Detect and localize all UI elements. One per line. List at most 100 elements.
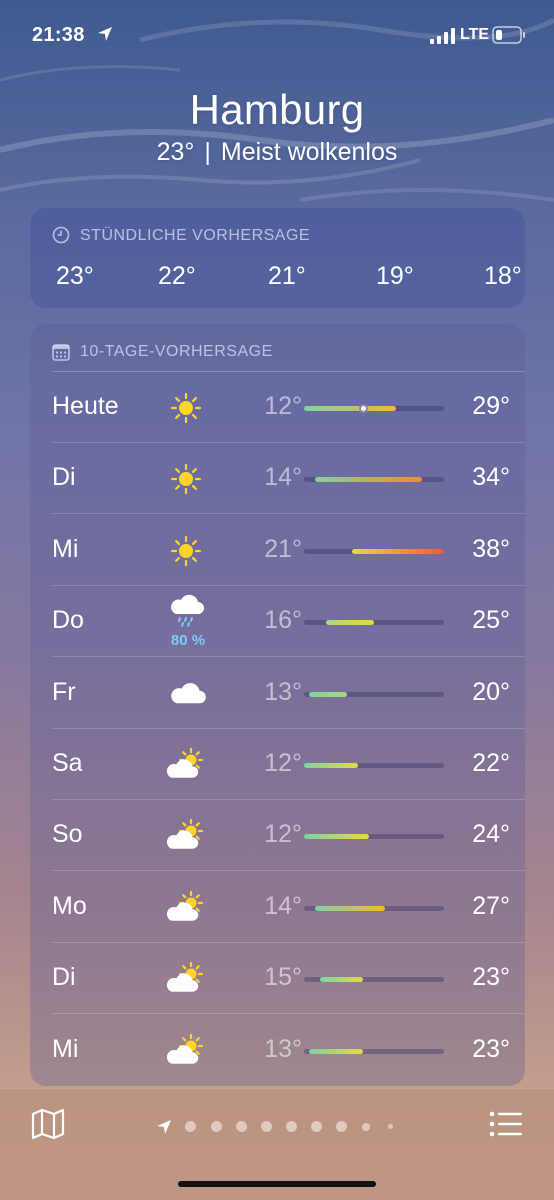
home-indicator[interactable]: [178, 1181, 376, 1187]
calendar-icon: [52, 344, 70, 361]
list-icon[interactable]: [488, 1107, 524, 1141]
ten-day-title: 10-TAGE-VORHERSAGE: [80, 343, 273, 360]
temp-range-fill: [304, 406, 396, 411]
page-dot[interactable]: [211, 1121, 222, 1132]
sun-icon: [170, 464, 202, 495]
day-row[interactable]: Mi 13° 23°: [30, 1015, 525, 1086]
temp-range-fill: [304, 834, 369, 840]
temp-range-fill: [314, 905, 385, 911]
page-dot[interactable]: [185, 1121, 196, 1132]
temp-range-fill: [352, 548, 444, 554]
page-dot[interactable]: [286, 1121, 297, 1132]
map-icon[interactable]: [30, 1107, 66, 1141]
ten-day-forecast-panel[interactable]: 10-TAGE-VORHERSAGE Heute 12° 29° Di 14° 34° Mi…: [30, 324, 525, 1086]
page-indicator[interactable]: [150, 1115, 410, 1135]
hourly-temp: 23°: [56, 262, 94, 290]
hourly-temps[interactable]: 23° 22° 21° 19° 18°: [30, 262, 525, 302]
temp-range-fill: [325, 620, 374, 626]
hourly-temp: 22°: [158, 262, 196, 290]
hourly-title: STÜNDLICHE VORHERSAGE: [80, 227, 311, 244]
partly-cloudy-icon: [166, 747, 204, 778]
high-temp: 23°: [472, 1034, 510, 1063]
network-type: LTE: [460, 26, 490, 43]
temp-range-bar: [304, 404, 444, 413]
low-temp: 14°: [264, 463, 302, 492]
temp-range-bar: [304, 977, 444, 983]
signal-icon: [430, 28, 455, 44]
day-row[interactable]: Mi 21° 38°: [30, 515, 525, 586]
day-row[interactable]: Di 14° 34°: [30, 443, 525, 515]
day-row[interactable]: Mo 14° 27°: [30, 872, 525, 943]
low-temp: 12°: [264, 749, 302, 777]
cloud-icon: [171, 682, 206, 703]
page-dot[interactable]: [362, 1123, 370, 1131]
high-temp: 38°: [472, 534, 510, 563]
sun-icon: [170, 535, 202, 566]
day-name: So: [52, 820, 83, 849]
day-name: Mi: [52, 1034, 79, 1063]
hourly-temp: 19°: [376, 262, 414, 290]
partly-cloudy-icon: [166, 890, 204, 921]
low-temp: 12°: [264, 392, 302, 420]
page-dot[interactable]: [336, 1121, 347, 1132]
low-temp: 16°: [264, 606, 302, 635]
temp-range-bar: [304, 477, 444, 483]
page-dot[interactable]: [311, 1121, 322, 1132]
day-name: Di: [52, 463, 76, 492]
day-row[interactable]: Heute 12° 29°: [30, 372, 525, 443]
current-temp: 23°: [156, 138, 195, 166]
day-row[interactable]: Di 15° 23°: [30, 943, 525, 1015]
temp-range-bar: [304, 905, 444, 911]
high-temp: 20°: [472, 677, 510, 706]
day-name: Fr: [52, 677, 76, 706]
temp-range-bar: [304, 620, 444, 626]
day-name: Di: [52, 963, 76, 992]
current-condition: Meist wolkenlos: [220, 138, 398, 166]
location-header: Hamburg 23° | Meist wolkenlos: [0, 86, 554, 167]
day-name: Do: [52, 606, 84, 635]
page-dot[interactable]: [236, 1121, 247, 1132]
current-temp-marker: [358, 404, 368, 413]
summary-separator: |: [204, 138, 211, 166]
high-temp: 29°: [472, 392, 510, 420]
rain-cloud-icon: [171, 594, 204, 628]
high-temp: 27°: [472, 891, 510, 920]
page-dot[interactable]: [261, 1121, 272, 1132]
precip-chance: 80 %: [170, 632, 206, 650]
low-temp: 13°: [264, 677, 302, 706]
low-temp: 14°: [264, 891, 302, 920]
city-name: Hamburg: [189, 86, 365, 133]
page-dot[interactable]: [388, 1124, 393, 1129]
high-temp: 25°: [472, 606, 510, 635]
high-temp: 24°: [472, 820, 510, 849]
temp-range-fill: [309, 691, 348, 697]
low-temp: 21°: [264, 534, 302, 563]
partly-cloudy-icon: [166, 1033, 204, 1064]
hourly-forecast-panel[interactable]: STÜNDLICHE VORHERSAGE 23° 22° 21° 19° 18…: [30, 208, 525, 308]
day-row[interactable]: Do 80 % 16° 25°: [30, 586, 525, 658]
day-row[interactable]: Sa 12° 22°: [30, 729, 525, 800]
temp-range-bar: [304, 548, 444, 554]
low-temp: 15°: [264, 963, 302, 992]
temp-range-fill: [304, 763, 358, 768]
high-temp: 23°: [472, 963, 510, 992]
day-row[interactable]: So 12° 24°: [30, 800, 525, 872]
temp-range-fill: [309, 1048, 364, 1054]
temp-range-fill: [320, 977, 364, 983]
partly-cloudy-icon: [166, 962, 204, 992]
location-arrow-icon: [157, 1120, 171, 1134]
high-temp: 34°: [472, 463, 510, 492]
temp-range-bar: [304, 691, 444, 697]
high-temp: 22°: [472, 749, 510, 777]
day-name: Sa: [52, 749, 83, 777]
low-temp: 13°: [264, 1034, 302, 1063]
hourly-temp: 21°: [268, 262, 306, 290]
sun-icon: [170, 392, 202, 424]
location-arrow-icon: [98, 27, 112, 41]
status-time: 21:38: [32, 24, 85, 46]
battery-icon: [492, 26, 525, 44]
day-name: Mo: [52, 891, 87, 920]
day-row[interactable]: Fr 13° 20°: [30, 658, 525, 729]
temp-range-bar: [304, 834, 444, 840]
partly-cloudy-icon: [166, 819, 204, 850]
